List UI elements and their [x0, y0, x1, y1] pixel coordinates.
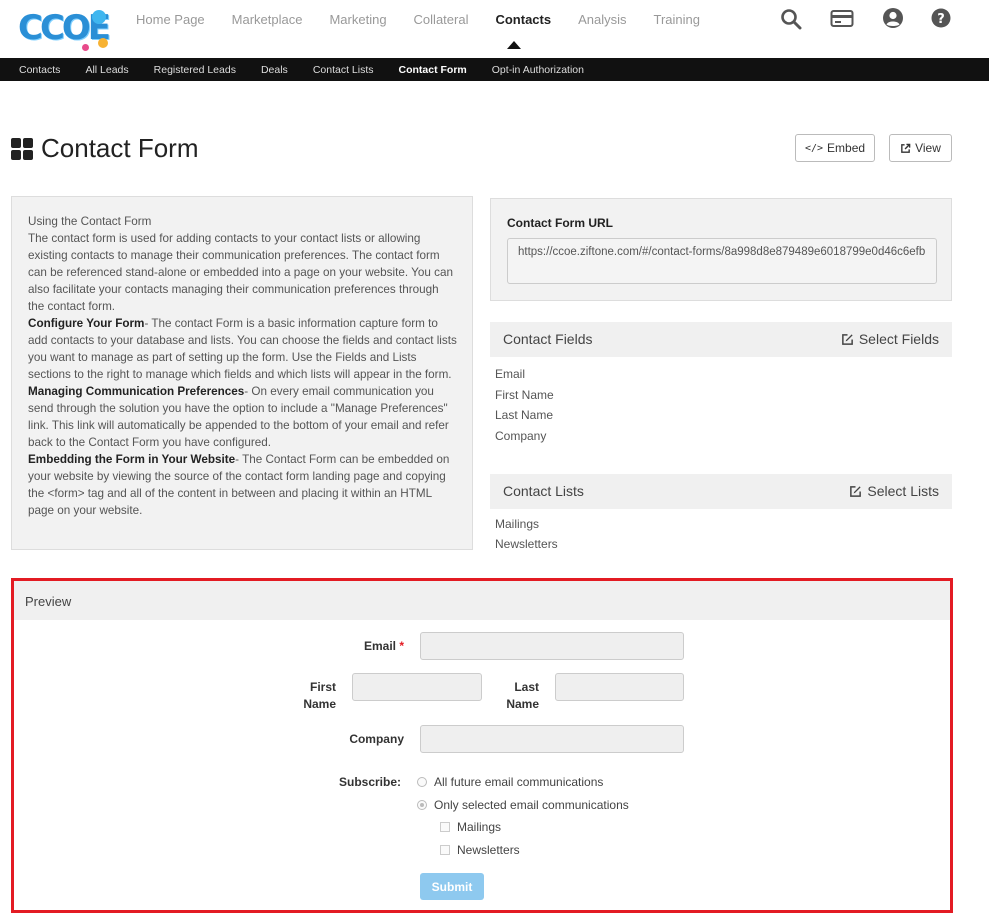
- preview-header: Preview: [14, 581, 950, 620]
- user-account-icon[interactable]: [882, 7, 904, 29]
- select-fields-link[interactable]: Select Fields: [841, 331, 939, 347]
- contact-lists-header: Contact Lists Select Lists: [490, 474, 952, 509]
- contact-form-help-panel: Using the Contact Form The contact form …: [11, 196, 473, 550]
- first-name-input[interactable]: [352, 673, 482, 701]
- help-heading: Using the Contact Form: [28, 215, 152, 228]
- help-intro: The contact form is used for adding cont…: [28, 232, 453, 313]
- page-header: Contact Form: [11, 133, 199, 164]
- email-label: Email *: [314, 638, 404, 655]
- list-item: Newsletters: [495, 537, 558, 551]
- help-managing-title: Managing Communication Preferences: [28, 385, 245, 398]
- subscribe-selected-option[interactable]: Only selected email communications: [417, 798, 629, 812]
- subscribe-all-option[interactable]: All future email communications: [417, 775, 603, 789]
- preview-title: Preview: [25, 594, 72, 609]
- form-preview-panel: Preview Email * First Name Last Name Com…: [11, 578, 953, 913]
- selected-communications-radio[interactable]: [417, 800, 427, 810]
- select-fields-label: Select Fields: [858, 331, 939, 347]
- mailings-checkbox[interactable]: [440, 822, 450, 832]
- help-embedding-title: Embedding the Form in Your Website: [28, 453, 236, 466]
- nav-collateral[interactable]: Collateral: [414, 12, 469, 27]
- credit-card-icon[interactable]: [830, 8, 854, 30]
- subnav-deals[interactable]: Deals: [261, 64, 288, 76]
- last-name-label-line2: Name: [506, 697, 539, 711]
- submit-button[interactable]: Submit: [420, 873, 484, 900]
- newsletters-checkbox[interactable]: [440, 845, 450, 855]
- subnav-contacts[interactable]: Contacts: [19, 64, 60, 76]
- url-label: Contact Form URL: [507, 216, 613, 230]
- first-name-label-line2: Name: [303, 697, 336, 711]
- subnav-all-leads[interactable]: All Leads: [85, 64, 128, 76]
- company-input[interactable]: [420, 725, 684, 753]
- list-item: Last Name: [495, 408, 554, 422]
- help-icon[interactable]: ?: [931, 8, 951, 28]
- code-icon: </>: [804, 142, 824, 154]
- list-item: First Name: [495, 387, 554, 402]
- logo-dot: [98, 38, 108, 48]
- subnav-contact-form[interactable]: Contact Form: [399, 64, 467, 76]
- last-name-input[interactable]: [555, 673, 684, 701]
- svg-text:?: ?: [937, 12, 945, 27]
- list-item: Company: [495, 428, 547, 443]
- all-communications-label: All future email communications: [434, 775, 604, 789]
- logo-dot: [82, 44, 89, 51]
- mailings-option[interactable]: Mailings: [440, 820, 501, 834]
- help-configure: Configure Your Form- The contact Form is…: [28, 315, 457, 383]
- contact-lists-title: Contact Lists: [503, 483, 584, 499]
- external-link-icon: [901, 143, 911, 153]
- nav-marketing[interactable]: Marketing: [329, 12, 386, 27]
- nav-training[interactable]: Training: [654, 12, 700, 27]
- email-input[interactable]: [420, 632, 684, 660]
- view-button-label: View: [915, 141, 941, 155]
- newsletters-label: Newsletters: [457, 843, 520, 857]
- nav-analysis[interactable]: Analysis: [578, 12, 626, 27]
- contact-fields-header: Contact Fields Select Fields: [490, 322, 952, 357]
- contact-lists-list: Mailings Newsletters: [495, 514, 558, 554]
- contact-form-url-field[interactable]: https://ccoe.ziftone.com/#/contact-forms…: [507, 238, 937, 284]
- logo-dot: [92, 10, 106, 24]
- sub-nav: Contacts All Leads Registered Leads Deal…: [0, 58, 989, 81]
- required-marker: *: [399, 639, 404, 653]
- help-embedding: Embedding the Form in Your Website- The …: [28, 451, 457, 519]
- select-lists-label: Select Lists: [867, 483, 939, 499]
- last-name-label: Last Name: [479, 679, 539, 713]
- email-label-text: Email: [363, 639, 396, 653]
- last-name-label-line1: Last: [514, 680, 539, 694]
- active-nav-caret-icon: [507, 41, 521, 49]
- nav-marketplace[interactable]: Marketplace: [232, 12, 303, 27]
- mailings-label: Mailings: [457, 820, 502, 834]
- top-navbar: CCOE Home Page Marketplace Marketing Col…: [0, 0, 989, 58]
- first-name-label-line1: First: [309, 680, 336, 694]
- subnav-registered-leads[interactable]: Registered Leads: [154, 64, 236, 76]
- selected-communications-label: Only selected email communications: [434, 798, 629, 812]
- page-title: Contact Form: [41, 133, 199, 163]
- contact-form-url-panel: Contact Form URL https://ccoe.ziftone.co…: [490, 198, 952, 301]
- select-lists-link[interactable]: Select Lists: [849, 483, 939, 499]
- company-label: Company: [349, 732, 404, 746]
- first-name-label: First Name: [276, 679, 336, 713]
- embed-button[interactable]: </> Embed: [795, 134, 875, 162]
- nav-home-page[interactable]: Home Page: [136, 12, 205, 27]
- subscribe-label: Subscribe:: [338, 775, 401, 789]
- newsletters-option[interactable]: Newsletters: [440, 843, 520, 857]
- list-item: Mailings: [495, 517, 540, 531]
- contact-fields-title: Contact Fields: [503, 331, 593, 347]
- nav-contacts[interactable]: Contacts: [495, 12, 551, 27]
- all-communications-radio[interactable]: [417, 777, 427, 787]
- list-item: Email: [495, 367, 526, 381]
- edit-icon: [850, 485, 862, 497]
- embed-button-label: Embed: [827, 141, 866, 155]
- grid-icon: [11, 137, 33, 160]
- main-nav: Home Page Marketplace Marketing Collater…: [136, 12, 727, 27]
- edit-icon: [841, 333, 853, 345]
- help-managing: Managing Communication Preferences- On e…: [28, 383, 457, 451]
- search-icon[interactable]: [780, 8, 802, 30]
- ccoe-logo[interactable]: CCOE: [18, 8, 111, 54]
- help-configure-title: Configure Your Form: [28, 317, 145, 330]
- subnav-contact-lists[interactable]: Contact Lists: [313, 64, 374, 76]
- subnav-opt-in-authorization[interactable]: Opt-in Authorization: [492, 64, 584, 76]
- view-button[interactable]: View: [889, 134, 952, 162]
- contact-fields-list: Email First Name Last Name Company: [495, 364, 554, 446]
